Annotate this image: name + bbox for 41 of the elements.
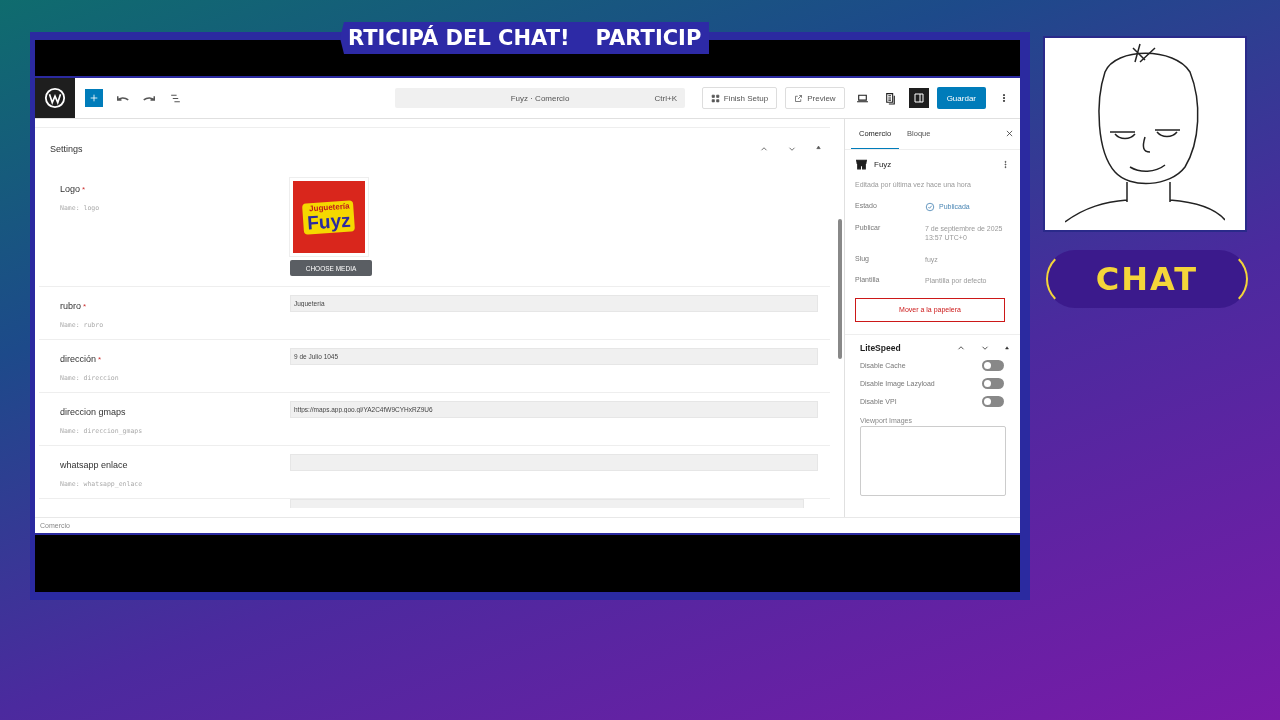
- chat-badge: CHAT: [1046, 250, 1248, 308]
- panel-title: LiteSpeed: [860, 342, 901, 353]
- text-field[interactable]: [290, 454, 818, 471]
- wordpress-icon: [44, 87, 66, 109]
- undo-icon: [117, 94, 129, 102]
- command-search[interactable]: Fuyz · Comercio Ctrl+K: [395, 88, 685, 108]
- finish-setup-button[interactable]: Finish Setup: [701, 87, 778, 109]
- scrolling-banner: RTICIPÁ DEL CHAT! PARTICIP: [340, 22, 710, 54]
- triangle-icon: [1004, 344, 1010, 351]
- redo-icon: [143, 94, 155, 102]
- logo-image: Juguetería Fuyz: [290, 178, 368, 256]
- sidebar-toggle[interactable]: [908, 88, 929, 108]
- required-mark: *: [83, 302, 87, 311]
- wordpress-logo[interactable]: [35, 78, 75, 118]
- preview-button[interactable]: Preview: [785, 87, 845, 109]
- store-icon: [855, 158, 868, 171]
- document-icon: [884, 91, 898, 105]
- add-block-button[interactable]: [85, 89, 103, 107]
- field-label: Logo: [60, 184, 81, 194]
- field-label: dirección: [60, 354, 97, 364]
- required-mark: *: [98, 355, 102, 364]
- post-title: Fuyz: [874, 160, 892, 169]
- kebab-icon: [1001, 158, 1010, 170]
- close-icon: [1005, 129, 1014, 138]
- text-field[interactable]: [290, 499, 804, 508]
- toggle-switch[interactable]: [982, 395, 1004, 407]
- plus-icon: [89, 93, 99, 103]
- check-circle-icon: [925, 202, 935, 212]
- external-link-icon: [794, 93, 804, 103]
- toggle-switch[interactable]: [982, 377, 1004, 389]
- viewport-images-field[interactable]: [860, 425, 1006, 496]
- field-label: whatsapp enlace: [60, 460, 128, 470]
- save-button[interactable]: Guardar: [936, 87, 986, 109]
- grid-icon: [710, 93, 720, 103]
- triangle-icon: [815, 144, 822, 151]
- sidebar-icon: [912, 92, 925, 104]
- panel-title: Settings: [50, 144, 83, 154]
- required-mark: *: [82, 185, 86, 194]
- field-label: direccion gmaps: [60, 407, 126, 417]
- toggle-switch[interactable]: [982, 359, 1004, 371]
- field-label: rubro: [60, 301, 81, 311]
